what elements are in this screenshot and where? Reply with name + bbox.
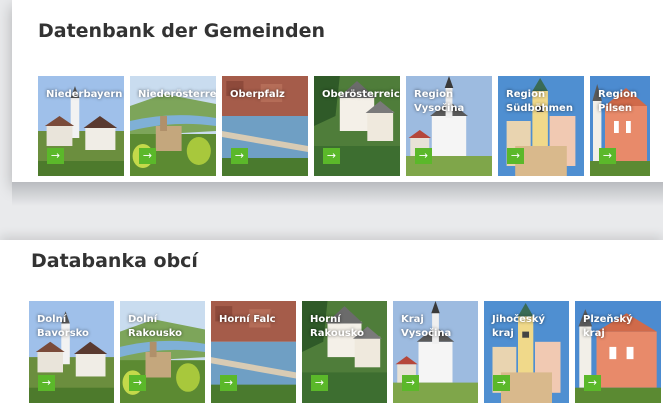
arrow-right-icon[interactable]: → <box>139 148 156 164</box>
region-tile[interactable]: Niederösterreich → <box>130 76 216 176</box>
region-tile[interactable]: Region Pilsen → <box>590 76 650 176</box>
region-tile-label: Dolní Rakousko <box>128 314 183 339</box>
region-tile[interactable]: Niederbayern → <box>38 76 124 176</box>
arrow-right-icon[interactable]: → <box>599 148 616 164</box>
region-tile-label: Plzeňský kraj <box>583 314 633 339</box>
region-tile[interactable]: Horní Falc → <box>211 301 296 403</box>
region-tile[interactable]: Dolní Bavorsko → <box>29 301 114 403</box>
arrow-right-icon[interactable]: → <box>402 375 419 391</box>
region-tile-label: Region Pilsen <box>598 89 638 114</box>
region-tile[interactable]: Oberpfalz → <box>222 76 308 176</box>
region-tile-label: Niederbayern <box>46 89 123 100</box>
arrow-right-icon[interactable]: → <box>231 148 248 164</box>
region-tile[interactable]: Plzeňský kraj → <box>575 301 661 403</box>
region-tile[interactable]: Horní Rakousko → <box>302 301 387 403</box>
region-tile[interactable]: Dolní Rakousko → <box>120 301 205 403</box>
region-tile[interactable]: Oberösterreich → <box>314 76 400 176</box>
arrow-right-icon[interactable]: → <box>129 375 146 391</box>
section-title: Datenbank der Gemeinden <box>38 20 325 42</box>
arrow-right-icon[interactable]: → <box>220 375 237 391</box>
region-tile-label: Oberpfalz <box>230 89 285 100</box>
municipality-database-panel-de: Datenbank der Gemeinden Niederbayern → Nie… <box>12 0 663 182</box>
municipality-database-panel-cz: Databanka obcí Dolní Bavorsko → Dolní Rako… <box>0 240 663 403</box>
region-tiles: Dolní Bavorsko → Dolní Rakousko → Horní Falc… <box>29 301 661 403</box>
region-tile-label: Region Südböhmen <box>506 89 573 114</box>
arrow-right-icon[interactable]: → <box>507 148 524 164</box>
region-tile[interactable]: Kraj Vysočina → <box>393 301 478 403</box>
arrow-right-icon[interactable]: → <box>493 375 510 391</box>
section-title: Databanka obcí <box>31 250 198 272</box>
region-tile-label: Dolní Bavorsko <box>37 314 89 339</box>
region-tile-label: Oberösterreich <box>322 89 400 100</box>
region-tile[interactable]: Jihočeský kraj → <box>484 301 569 403</box>
region-tile-label: Kraj Vysočina <box>401 314 452 339</box>
region-tile-label: Jihočeský kraj <box>492 314 545 339</box>
arrow-right-icon[interactable]: → <box>38 375 55 391</box>
region-tile-label: Niederösterreich <box>138 89 216 100</box>
arrow-right-icon[interactable]: → <box>311 375 328 391</box>
region-tile-label: Region Vysočina <box>414 89 465 114</box>
arrow-right-icon[interactable]: → <box>323 148 340 164</box>
panel-divider <box>12 182 663 206</box>
arrow-right-icon[interactable]: → <box>415 148 432 164</box>
region-tile[interactable]: Region Südböhmen → <box>498 76 584 176</box>
region-tile-label: Horní Rakousko <box>310 314 365 339</box>
region-tile[interactable]: Region Vysočina → <box>406 76 492 176</box>
arrow-right-icon[interactable]: → <box>47 148 64 164</box>
region-tiles: Niederbayern → Niederösterreich → Oberpfalz →… <box>38 76 650 176</box>
region-tile-label: Horní Falc <box>219 314 276 325</box>
arrow-right-icon[interactable]: → <box>584 375 601 391</box>
